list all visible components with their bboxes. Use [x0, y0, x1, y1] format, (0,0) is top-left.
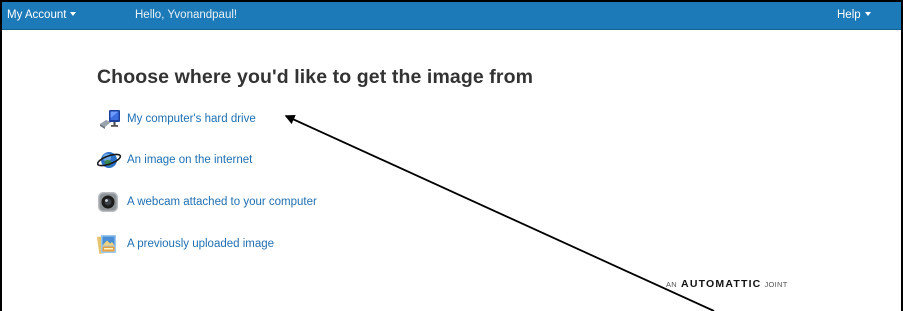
globe-icon [96, 149, 123, 171]
option-previously-uploaded[interactable]: A previously uploaded image [96, 233, 275, 255]
brand-prefix: AN [666, 280, 678, 289]
brand-name: AUTOMATTIC [681, 278, 762, 290]
my-account-menu[interactable]: My Account [7, 2, 77, 30]
option-webcam[interactable]: A webcam attached to your computer [97, 191, 317, 213]
brand-suffix: JOINT [764, 280, 788, 289]
uploaded-image-icon [96, 233, 123, 255]
option-label: My computer's hard drive [127, 113, 256, 125]
option-label: An image on the internet [127, 154, 253, 166]
webcam-icon [97, 191, 123, 213]
my-account-label: My Account [7, 9, 67, 21]
chevron-down-icon [864, 11, 871, 16]
option-internet[interactable]: An image on the internet [96, 149, 253, 171]
user-greeting: Hello, Yvonandpaul! [135, 9, 238, 21]
option-hard-drive[interactable]: My computer's hard drive [97, 108, 256, 130]
hard-drive-icon [97, 108, 123, 130]
chevron-down-icon [70, 11, 77, 16]
help-menu[interactable]: Help [837, 2, 871, 30]
option-label: A previously uploaded image [127, 238, 275, 250]
help-label: Help [837, 9, 861, 21]
automattic-brand[interactable]: AN AUTOMATTIC JOINT [666, 278, 788, 290]
top-navigation-bar: My Account Hello, Yvonandpaul! Help [2, 2, 901, 30]
option-label: A webcam attached to your computer [127, 196, 317, 208]
page-title: Choose where you'd like to get the image… [97, 66, 534, 88]
page-frame: My Account Hello, Yvonandpaul! Help Choo… [0, 0, 903, 311]
